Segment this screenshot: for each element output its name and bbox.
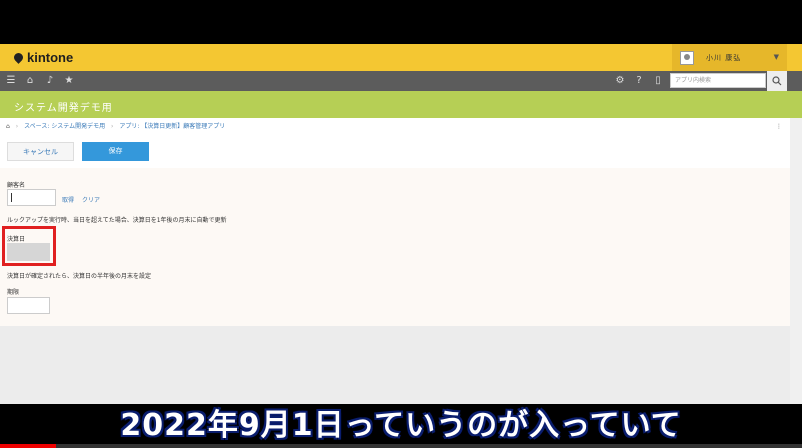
video-progress-fill: [0, 444, 57, 448]
form-actions: キャンセル 保存: [0, 136, 790, 168]
lookup-fetch-link[interactable]: 取得: [62, 195, 74, 204]
closing-date-note: 決算日が確定されたら、決算日の半年後の月末を設定: [7, 273, 152, 280]
menu-icon[interactable]: ☰: [5, 75, 17, 87]
star-icon[interactable]: ★: [63, 75, 75, 87]
kintone-logo[interactable]: kintone: [12, 50, 74, 65]
logo-icon: [12, 51, 25, 64]
lookup-clear-link[interactable]: クリア: [82, 195, 100, 204]
bell-icon[interactable]: ♪: [44, 75, 56, 87]
scrollbar[interactable]: [790, 118, 802, 404]
lookup-note: ルックアップを実行時、当日を超えてた場合、決算日を1年後の月末に自動で更新: [7, 217, 227, 224]
space-title: システム開発デモ用: [14, 103, 113, 114]
breadcrumb: ⌂ › スペース: システム開発デモ用 › アプリ: 【決算日更新】顧客管理アプ…: [0, 118, 790, 136]
search-button[interactable]: [767, 71, 787, 91]
term-label: 期限: [7, 289, 20, 296]
user-menu[interactable]: 小川 康弘 ▼: [672, 44, 787, 71]
breadcrumb-separator: ›: [15, 123, 19, 130]
chevron-down-icon: ▼: [773, 53, 779, 61]
logo-text: kintone: [27, 50, 74, 65]
user-avatar-icon: [680, 50, 694, 65]
breadcrumb-separator: ›: [111, 123, 114, 130]
mobile-icon[interactable]: ▯: [652, 75, 664, 87]
more-icon[interactable]: ⋮: [776, 118, 782, 136]
user-name: 小川 康弘: [706, 53, 742, 62]
top-header: kintone 小川 康弘 ▼: [0, 44, 802, 71]
home-icon[interactable]: ⌂: [6, 123, 10, 130]
space-banner: システム開発デモ用: [0, 91, 802, 118]
search-icon: [772, 76, 782, 86]
customer-label: 顧客名: [7, 182, 26, 189]
customer-input[interactable]: [7, 189, 56, 206]
highlight-box: [2, 226, 56, 266]
term-input[interactable]: [7, 297, 50, 314]
save-button[interactable]: 保存: [82, 142, 149, 161]
app-search-input[interactable]: アプリ内検索: [670, 73, 766, 88]
text-caret: [11, 193, 12, 202]
video-subtitle: 2022年9月1日っていうのが入っていて: [0, 404, 802, 448]
help-icon[interactable]: ?: [633, 75, 645, 87]
kintone-app: kintone 小川 康弘 ▼ ☰ ⌂ ♪ ★ ⚙ ? ▯ アプリ内検索 システ…: [0, 44, 802, 404]
home-icon[interactable]: ⌂: [24, 75, 36, 87]
cancel-button[interactable]: キャンセル: [7, 142, 74, 161]
breadcrumb-space[interactable]: スペース: システム開発デモ用: [24, 123, 105, 130]
record-edit-form: キャンセル 保存 顧客名 取得 クリア ルックアップを実行時、当日を超えてた場合…: [0, 136, 790, 326]
video-progress-bar[interactable]: [0, 444, 802, 448]
video-frame: kintone 小川 康弘 ▼ ☰ ⌂ ♪ ★ ⚙ ? ▯ アプリ内検索 システ…: [0, 0, 802, 448]
subtitle-text: 2022年9月1日っていうのが入っていて: [120, 408, 682, 443]
gear-icon[interactable]: ⚙: [614, 75, 626, 87]
breadcrumb-app[interactable]: アプリ: 【決算日更新】顧客管理アプリ: [119, 123, 225, 130]
